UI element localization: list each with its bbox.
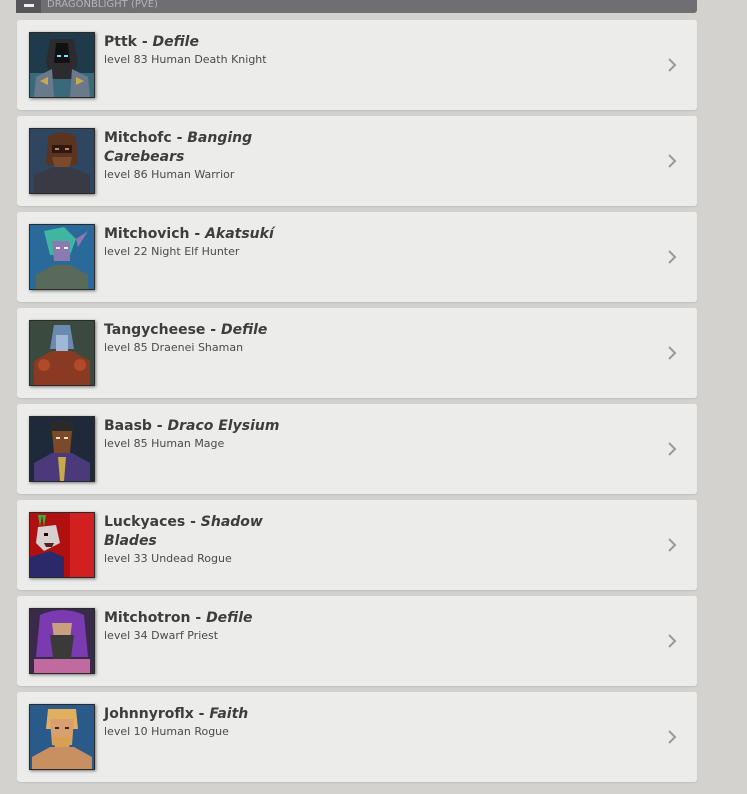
character-name: Mitchotron: [104, 610, 191, 626]
guild-name: Draco Elysium: [167, 418, 280, 434]
character-name: Mitchofc: [104, 130, 172, 146]
death-knight-portrait: [29, 32, 95, 98]
character-card[interactable]: Mitchovich - Akatsukí level 22 Night Elf…: [17, 212, 697, 302]
character-list: Pttk - Defile level 83 Human Death Knigh…: [17, 20, 697, 788]
hunter-portrait: [29, 224, 95, 290]
minus-icon: [23, 4, 34, 7]
character-name-line: Pttk - Defile: [104, 33, 304, 52]
character-details: level 34 Dwarf Priest: [104, 629, 219, 642]
character-card[interactable]: Mitchofc - Banging Carebears level 86 Hu…: [17, 116, 697, 206]
character-name: Johnnyroflx: [104, 706, 194, 722]
realm-header[interactable]: Dragonblight (PVE): [16, 0, 697, 13]
character-card[interactable]: Baasb - Draco Elysium level 85 Human Mag…: [17, 404, 697, 494]
chevron-right-icon[interactable]: [666, 153, 678, 169]
chevron-right-icon[interactable]: [666, 729, 678, 745]
character-name: Mitchovich: [104, 226, 190, 242]
character-details: level 83 Human Death Knight: [104, 53, 267, 66]
character-details: level 85 Human Mage: [104, 437, 225, 450]
character-name: Luckyaces: [104, 514, 186, 530]
chevron-right-icon[interactable]: [666, 441, 678, 457]
character-card[interactable]: Luckyaces - Shadow Blades level 33 Undea…: [17, 500, 697, 590]
character-details: level 10 Human Rogue: [104, 725, 229, 738]
name-separator: -: [193, 706, 210, 722]
name-separator: -: [136, 34, 153, 50]
name-separator: -: [189, 226, 206, 242]
character-name-line: Mitchovich - Akatsukí: [104, 225, 304, 244]
character-card[interactable]: Tangycheese - Defile level 85 Draenei Sh…: [17, 308, 697, 398]
undead-rogue-portrait: [29, 512, 95, 578]
character-name: Pttk: [104, 34, 137, 50]
realm-name: Dragonblight (PVE): [47, 0, 158, 10]
name-separator: -: [205, 322, 221, 338]
collapse-button[interactable]: [16, 0, 41, 13]
chevron-right-icon[interactable]: [666, 537, 678, 553]
name-separator: -: [151, 418, 168, 434]
guild-name: Faith: [209, 706, 249, 722]
chevron-right-icon[interactable]: [666, 633, 678, 649]
name-separator: -: [190, 610, 207, 626]
character-name-line: Tangycheese - Defile: [104, 321, 304, 340]
character-details: level 85 Draenei Shaman: [104, 341, 244, 354]
chevron-right-icon[interactable]: [666, 345, 678, 361]
chevron-right-icon[interactable]: [666, 249, 678, 265]
guild-name: Defile: [220, 322, 268, 338]
guild-name: Akatsukí: [205, 226, 274, 242]
character-name-line: Luckyaces - Shadow Blades: [104, 513, 304, 551]
shaman-portrait: [29, 320, 95, 386]
character-details: level 86 Human Warrior: [104, 168, 235, 181]
warrior-portrait: [29, 128, 95, 194]
character-details: level 22 Night Elf Hunter: [104, 245, 240, 258]
guild-name: Defile: [206, 610, 253, 626]
character-name-line: Mitchotron - Defile: [104, 609, 304, 628]
character-name-line: Mitchofc - Banging Carebears: [104, 129, 304, 167]
character-card[interactable]: Pttk - Defile level 83 Human Death Knigh…: [17, 20, 697, 110]
character-name: Tangycheese: [104, 322, 206, 338]
mage-portrait: [29, 416, 95, 482]
priest-portrait: [29, 608, 95, 674]
character-card[interactable]: Mitchotron - Defile level 34 Dwarf Pries…: [17, 596, 697, 686]
name-separator: -: [171, 130, 188, 146]
character-card[interactable]: Johnnyroflx - Faith level 10 Human Rogue: [17, 692, 697, 782]
character-name-line: Johnnyroflx - Faith: [104, 705, 304, 724]
character-name: Baasb: [104, 418, 152, 434]
human-rogue-portrait: [29, 704, 95, 770]
chevron-right-icon[interactable]: [666, 57, 678, 73]
character-name-line: Baasb - Draco Elysium: [104, 417, 304, 436]
name-separator: -: [185, 514, 201, 530]
character-details: level 33 Undead Rogue: [104, 552, 232, 565]
guild-name: Defile: [152, 34, 199, 50]
